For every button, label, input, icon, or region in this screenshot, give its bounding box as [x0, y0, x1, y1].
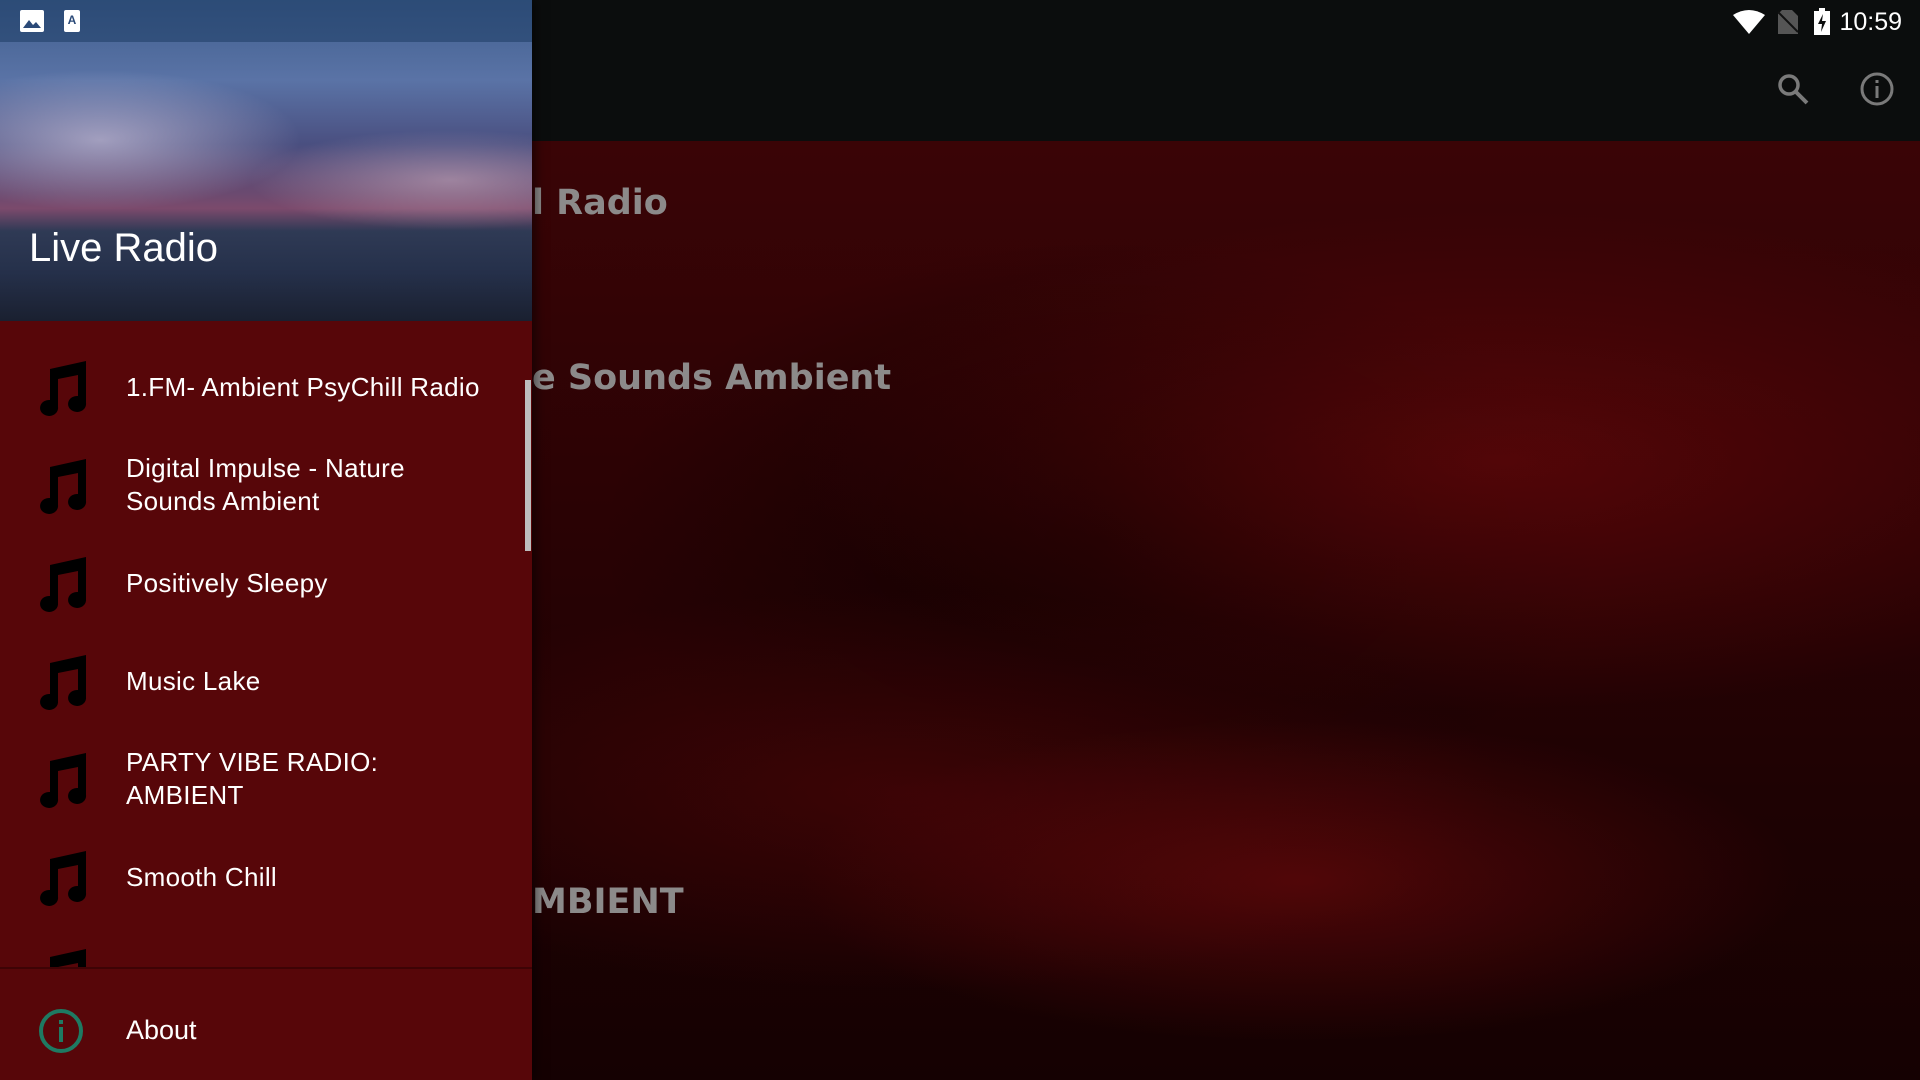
music-note-icon [40, 557, 87, 612]
search-icon[interactable] [1776, 72, 1810, 106]
station-list[interactable]: 1.FM- Ambient PsyChill Radio Digital Imp… [0, 328, 532, 967]
music-note-icon [40, 459, 87, 514]
music-note-icon [40, 361, 87, 416]
about-label: About [126, 1015, 197, 1045]
station-title[interactable]: e Sounds Ambient [532, 358, 891, 398]
station-item[interactable]: 1.FM- Ambient PsyChill Radio [0, 338, 532, 436]
music-note-icon [40, 655, 87, 710]
about-item[interactable]: About [0, 985, 532, 1080]
status-bar: A [0, 0, 532, 42]
svg-text:A: A [68, 13, 77, 27]
music-note-icon [50, 949, 86, 967]
info-icon [39, 1009, 83, 1053]
image-icon [20, 10, 44, 32]
station-item[interactable]: Music Lake [0, 632, 532, 730]
station-item[interactable]: PARTY VIBE RADIO: AMBIENT [0, 730, 532, 828]
station-label: Smooth Chill [126, 861, 277, 892]
station-item-partial[interactable] [0, 926, 532, 967]
station-item[interactable]: Digital Impulse - Nature Sounds Ambient [0, 436, 532, 534]
drawer-header: A Live Radio [0, 0, 532, 321]
no-sim-icon [1778, 10, 1798, 34]
station-label: Digital Impulse - Nature Sounds Ambient [126, 453, 405, 516]
station-title[interactable]: MBIENT [532, 882, 684, 922]
station-title[interactable]: l Radio [532, 183, 668, 223]
scrollbar[interactable] [525, 380, 531, 551]
status-time: 10:59 [1839, 8, 1902, 36]
station-label: PARTY VIBE RADIO: AMBIENT [126, 747, 379, 810]
text-icon: A [64, 10, 80, 32]
station-label: Music Lake [126, 665, 261, 696]
wifi-icon [1733, 10, 1765, 34]
drawer-title: Live Radio [29, 226, 219, 270]
music-note-icon [40, 753, 87, 808]
station-item[interactable]: Smooth Chill [0, 828, 532, 926]
battery-charging-icon [1814, 8, 1830, 35]
music-note-icon [40, 851, 87, 906]
info-icon[interactable] [1860, 72, 1894, 106]
divider [0, 967, 532, 969]
station-label: 1.FM- Ambient PsyChill Radio [126, 371, 480, 402]
station-label: Positively Sleepy [126, 567, 328, 598]
navigation-drawer: A Live Radio 1.FM- Ambient PsyChill Radi… [0, 0, 532, 1080]
station-item[interactable]: Positively Sleepy [0, 534, 532, 632]
